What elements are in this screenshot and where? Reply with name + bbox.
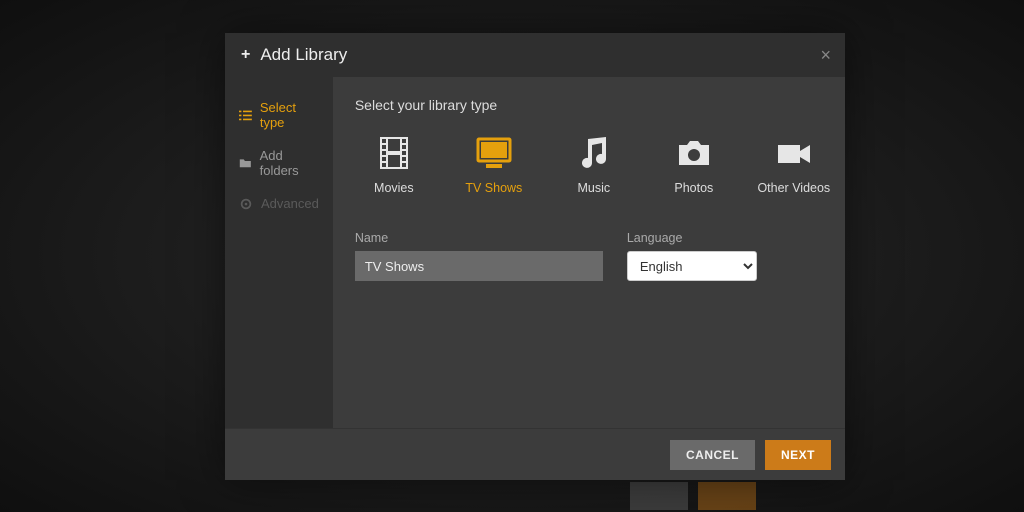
plus-icon: + (241, 46, 250, 64)
modal-header: + Add Library × (225, 33, 845, 77)
background-button-back (630, 482, 688, 510)
modal-sidebar: Select type Add folders Advanced (225, 77, 333, 428)
content-heading: Select your library type (355, 97, 833, 113)
sidebar-item-label: Select type (260, 100, 319, 130)
sidebar-item-add-folders[interactable]: Add folders (225, 139, 333, 187)
music-icon (574, 135, 614, 171)
modal-footer: CANCEL NEXT (225, 428, 845, 480)
modal-title: Add Library (260, 45, 347, 65)
type-label: Movies (374, 181, 414, 195)
type-music[interactable]: Music (555, 135, 633, 195)
tv-icon (474, 135, 514, 171)
form-row: Name Language English (355, 231, 833, 281)
type-label: Music (578, 181, 611, 195)
type-tv-shows[interactable]: TV Shows (455, 135, 533, 195)
type-other-videos[interactable]: Other Videos (755, 135, 833, 195)
sidebar-item-label: Advanced (261, 196, 319, 211)
background-button-row (630, 482, 756, 510)
language-select[interactable]: English (627, 251, 757, 281)
language-field: Language English (627, 231, 757, 281)
type-movies[interactable]: Movies (355, 135, 433, 195)
camera-icon (674, 135, 714, 171)
name-field: Name (355, 231, 603, 281)
type-label: Other Videos (757, 181, 830, 195)
modal-content: Select your library type Movies TV Shows (333, 77, 855, 428)
gear-icon (239, 197, 253, 211)
sidebar-item-advanced: Advanced (225, 187, 333, 220)
type-label: TV Shows (465, 181, 522, 195)
type-photos[interactable]: Photos (655, 135, 733, 195)
list-icon (239, 108, 252, 122)
close-icon[interactable]: × (820, 45, 831, 66)
sidebar-item-label: Add folders (260, 148, 319, 178)
next-button[interactable]: NEXT (765, 440, 831, 470)
video-camera-icon (774, 135, 814, 171)
modal-body: Select type Add folders Advanced Select … (225, 77, 845, 428)
cancel-button[interactable]: CANCEL (670, 440, 755, 470)
background-button-next (698, 482, 756, 510)
language-label: Language (627, 231, 757, 245)
type-label: Photos (674, 181, 713, 195)
name-label: Name (355, 231, 603, 245)
library-type-row: Movies TV Shows Music (355, 135, 833, 195)
film-icon (374, 135, 414, 171)
folder-icon (239, 156, 252, 170)
name-input[interactable] (355, 251, 603, 281)
add-library-modal: + Add Library × Select type Add folders (225, 33, 845, 480)
sidebar-item-select-type[interactable]: Select type (225, 91, 333, 139)
